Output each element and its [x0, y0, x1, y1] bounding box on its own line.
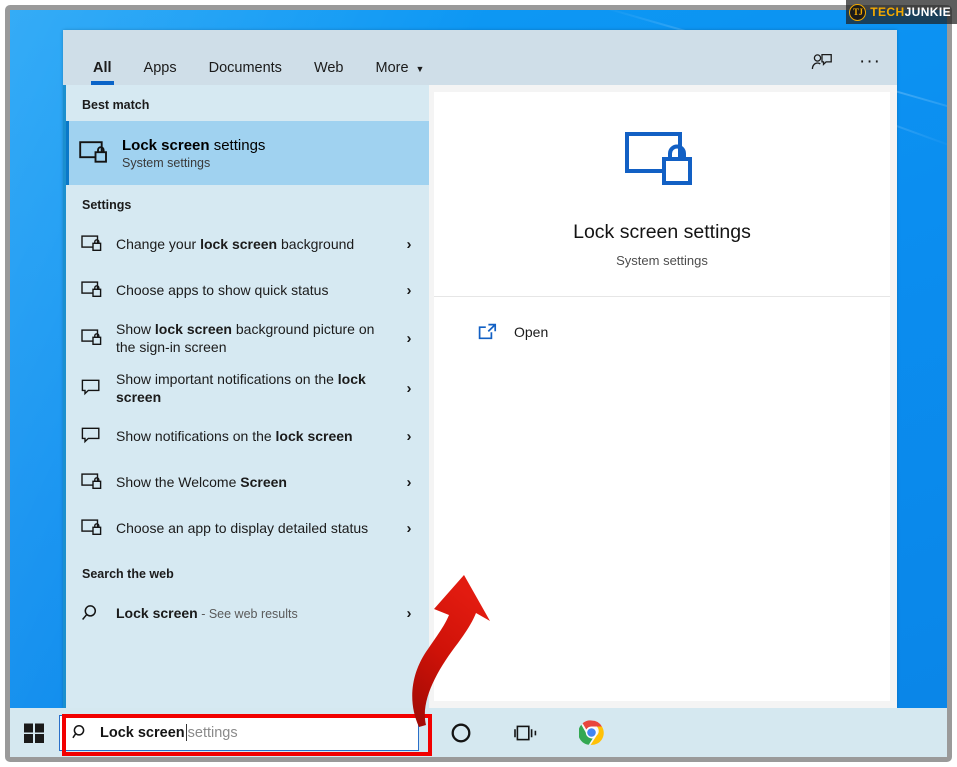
list-item-label: Show lock screen background picture on t… [116, 321, 375, 355]
preview-subtitle: System settings [616, 253, 708, 268]
monitor-lock-icon [79, 141, 107, 163]
open-external-icon [478, 323, 497, 340]
watermark-text: TECHJUNKIE [870, 5, 951, 19]
list-item-label: Show the Welcome Screen [116, 474, 287, 490]
taskbar-search-input[interactable]: Lock screen settings [59, 714, 419, 751]
list-item-label: Show notifications on the lock screen [116, 428, 353, 444]
tab-more-label: More [375, 60, 409, 76]
web-search-item[interactable]: Lock screen - See web results › [66, 590, 429, 636]
monitor-lock-icon [81, 281, 102, 298]
open-action-button[interactable]: Open [434, 315, 890, 348]
chevron-right-icon: › [406, 329, 412, 347]
screenshot-root: All Apps Documents Web More ▼ ··· Best m… [0, 0, 957, 767]
web-search-label: Lock screen - See web results [116, 604, 298, 621]
settings-heading: Settings [82, 198, 132, 212]
search-results-list: Best match Lock screen settings System s… [63, 85, 429, 708]
chevron-right-icon: › [406, 379, 412, 397]
tab-all[interactable]: All [77, 30, 128, 85]
monitor-lock-icon [81, 473, 102, 490]
windows-start-icon[interactable] [10, 708, 57, 757]
preview-card: Lock screen settings System settings Ope… [434, 92, 890, 701]
tab-web[interactable]: Web [298, 30, 360, 85]
tab-documents-label: Documents [208, 60, 282, 76]
windows-logo-icon [23, 723, 44, 743]
search-icon [82, 605, 97, 620]
list-item-label: Choose apps to show quick status [116, 282, 329, 298]
taskbar: Lock screen settings [10, 708, 947, 757]
list-item[interactable]: Show important notifications on the lock… [66, 363, 429, 413]
cortana-icon[interactable] [447, 719, 475, 747]
chevron-right-icon: › [406, 235, 412, 253]
tab-apps[interactable]: Apps [128, 30, 193, 85]
tab-web-label: Web [313, 60, 344, 76]
search-tab-bar: All Apps Documents Web More ▼ ··· [63, 30, 897, 85]
tab-apps-label: Apps [143, 60, 177, 76]
text-cursor [185, 724, 187, 741]
chevron-right-icon: › [406, 604, 412, 622]
chevron-down-icon: ▼ [415, 64, 425, 74]
tab-more[interactable]: More ▼ [360, 30, 441, 85]
best-match-text: Lock screen settings System settings [122, 137, 265, 170]
best-match-title: Lock screen settings [122, 136, 266, 154]
search-suggestion-text: settings [187, 724, 238, 741]
monitor-lock-icon [81, 519, 102, 536]
list-item[interactable]: Choose an app to display detailed status… [66, 505, 429, 551]
tab-list: All Apps Documents Web More ▼ [77, 30, 440, 85]
search-panel-body: Best match Lock screen settings System s… [63, 85, 897, 708]
tab-bar-actions: ··· [809, 50, 883, 85]
search-icon [72, 724, 85, 739]
taskbar-icon-group [447, 719, 605, 747]
best-match-subtitle: System settings [122, 155, 211, 170]
web-search-heading: Search the web [82, 567, 174, 581]
list-item[interactable]: Choose apps to show quick status › [66, 267, 429, 313]
techjunkie-logo-icon: TJ [849, 3, 867, 21]
chevron-right-icon: › [406, 473, 412, 491]
techjunkie-watermark: TJ TECHJUNKIE [846, 0, 957, 24]
list-item-label: Choose an app to display detailed status [116, 520, 369, 536]
more-options-label: ··· [859, 51, 881, 72]
preview-title: Lock screen settings [573, 221, 751, 243]
open-action-label: Open [514, 323, 549, 340]
chrome-logo-icon [578, 720, 604, 745]
best-match-result[interactable]: Lock screen settings System settings [66, 121, 429, 185]
list-item-label: Change your lock screen background [116, 236, 355, 252]
monitor-lock-icon [81, 235, 102, 252]
list-item-label: Show important notifications on the lock… [116, 371, 366, 405]
list-item[interactable]: Show notifications on the lock screen › [66, 413, 429, 459]
result-preview-pane: Lock screen settings System settings Ope… [429, 85, 897, 708]
chevron-right-icon: › [406, 281, 412, 299]
chevron-right-icon: › [406, 427, 412, 445]
feedback-person-icon[interactable] [809, 50, 835, 74]
best-match-heading: Best match [82, 98, 150, 112]
list-item[interactable]: Change your lock screen background › [66, 221, 429, 267]
list-item[interactable]: Show lock screen background picture on t… [66, 313, 429, 363]
search-typed-value: Lock screen [100, 724, 185, 741]
chrome-icon[interactable] [577, 719, 605, 747]
notification-bubble-icon [81, 427, 100, 444]
tab-documents[interactable]: Documents [193, 30, 298, 85]
monitor-lock-icon-large [624, 130, 700, 199]
monitor-lock-icon [81, 329, 102, 346]
list-item[interactable]: Show the Welcome Screen › [66, 459, 429, 505]
preview-actions: Open [434, 297, 890, 348]
tab-all-label: All [93, 60, 112, 76]
windows-search-panel: All Apps Documents Web More ▼ ··· Best m… [63, 30, 897, 708]
more-options-icon[interactable]: ··· [857, 50, 883, 74]
preview-hero: Lock screen settings System settings [434, 92, 890, 297]
task-view-icon[interactable] [512, 719, 540, 747]
search-text-wrapper: Lock screen settings [100, 724, 238, 741]
notification-bubble-icon [81, 379, 100, 396]
chevron-right-icon: › [406, 519, 412, 537]
